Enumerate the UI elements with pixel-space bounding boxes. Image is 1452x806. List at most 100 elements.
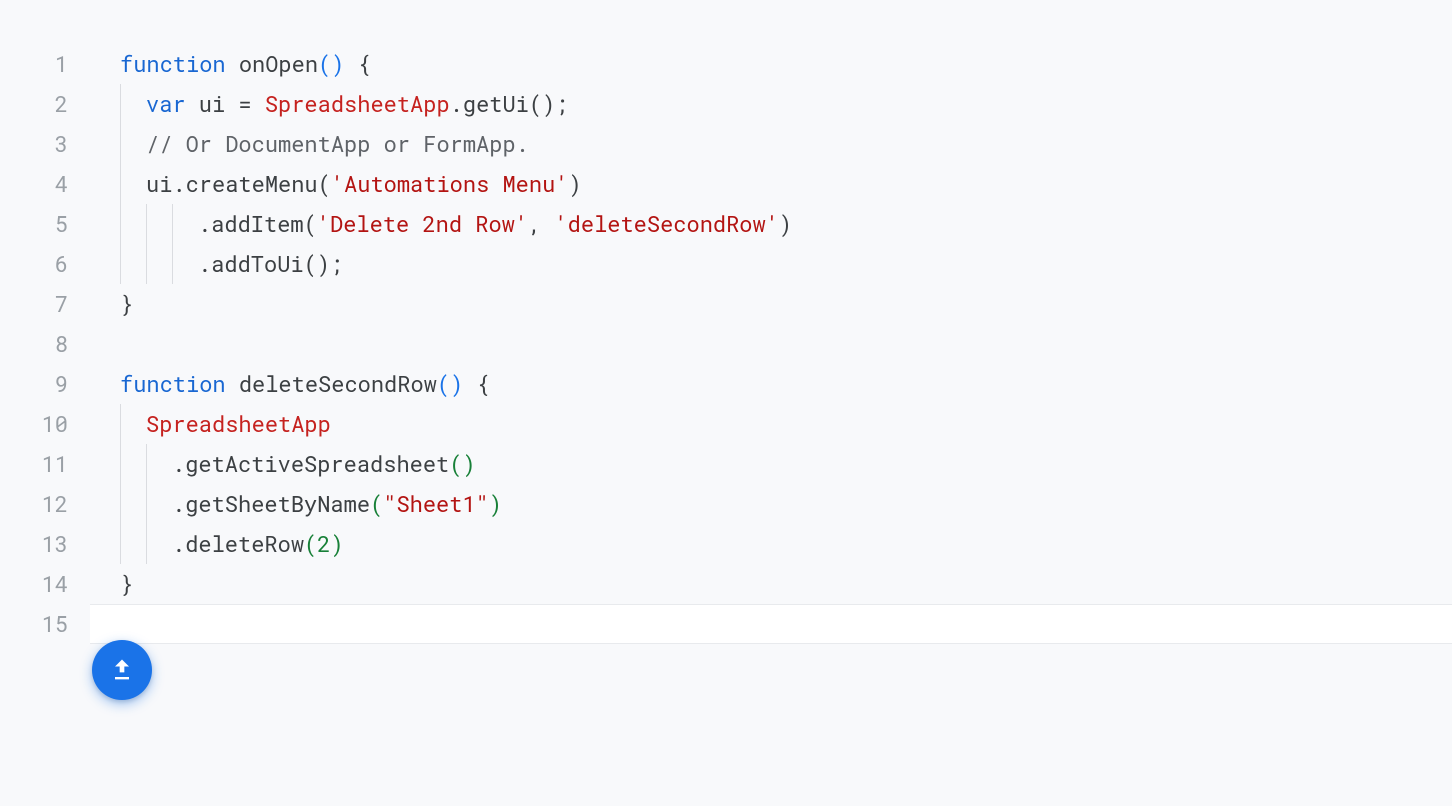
- code-token: =: [238, 89, 251, 118]
- code-token: ): [568, 169, 581, 198]
- line-number: 2: [0, 84, 68, 124]
- code-token: createMenu: [186, 169, 318, 198]
- code-line[interactable]: var ui = SpreadsheetApp.getUi();: [90, 84, 1452, 124]
- code-token: [541, 209, 554, 238]
- code-token: var: [146, 89, 186, 118]
- code-token: .: [198, 209, 211, 238]
- indent-guide: [172, 244, 198, 284]
- code-token: SpreadsheetApp: [265, 89, 450, 118]
- code-token: .: [172, 489, 185, 518]
- code-token: getActiveSpreadsheet: [185, 449, 449, 478]
- code-token: [252, 89, 265, 118]
- code-token: 'deleteSecondRow': [554, 209, 778, 238]
- line-number: 9: [0, 364, 68, 404]
- indent-guide: [120, 204, 146, 244]
- code-token: }: [120, 289, 133, 318]
- line-number: 8: [0, 324, 68, 364]
- indent-guide: [120, 244, 146, 284]
- line-number: 4: [0, 164, 68, 204]
- code-token: addItem: [211, 209, 303, 238]
- code-token: ui: [146, 169, 172, 198]
- code-token: .: [172, 529, 185, 558]
- code-line[interactable]: function onOpen() {: [90, 44, 1452, 84]
- code-token: (: [304, 529, 317, 558]
- code-token: SpreadsheetApp: [146, 409, 331, 438]
- code-area[interactable]: function onOpen() {var ui = SpreadsheetA…: [90, 44, 1452, 644]
- indent-guide: [120, 404, 146, 444]
- code-token: }: [120, 569, 133, 598]
- code-token: {: [358, 49, 371, 78]
- code-token: getSheetByName: [185, 489, 370, 518]
- code-token: [463, 369, 476, 398]
- code-line[interactable]: [90, 324, 1452, 364]
- code-line[interactable]: SpreadsheetApp: [90, 404, 1452, 444]
- code-editor[interactable]: 123456789101112131415 function onOpen() …: [0, 0, 1452, 644]
- code-line[interactable]: ui.createMenu('Automations Menu'): [90, 164, 1452, 204]
- line-number: 15: [0, 604, 68, 644]
- code-token: 2: [317, 529, 330, 558]
- code-token: 'Delete 2nd Row': [317, 209, 528, 238]
- indent-guide: [120, 444, 146, 484]
- line-number-gutter: 123456789101112131415: [0, 44, 90, 644]
- code-token: .: [198, 249, 211, 278]
- code-token: "Sheet1": [383, 489, 489, 518]
- indent-guide: [120, 484, 146, 524]
- code-line[interactable]: .getSheetByName("Sheet1"): [90, 484, 1452, 524]
- code-token: .: [172, 449, 185, 478]
- indent-guide: [146, 484, 172, 524]
- indent-guide: [120, 84, 146, 124]
- line-number: 12: [0, 484, 68, 524]
- code-token: .: [450, 89, 463, 118]
- code-token: ): [489, 489, 502, 518]
- code-line[interactable]: .addToUi();: [90, 244, 1452, 284]
- code-token: ): [330, 529, 343, 558]
- code-line[interactable]: .getActiveSpreadsheet(): [90, 444, 1452, 484]
- code-token: [344, 49, 357, 78]
- code-token: (): [318, 49, 344, 78]
- line-number: 10: [0, 404, 68, 444]
- code-line[interactable]: .addItem('Delete 2nd Row', 'deleteSecond…: [90, 204, 1452, 244]
- code-token: // Or DocumentApp or FormApp.: [146, 129, 529, 158]
- code-line[interactable]: // Or DocumentApp or FormApp.: [90, 124, 1452, 164]
- indent-guide: [120, 524, 146, 564]
- upload-icon: [108, 656, 136, 684]
- code-token: (): [437, 369, 463, 398]
- code-token: [226, 49, 239, 78]
- line-number: 7: [0, 284, 68, 324]
- code-token: .: [172, 169, 185, 198]
- line-number: 11: [0, 444, 68, 484]
- code-token: ,: [528, 209, 541, 238]
- code-token: (: [370, 489, 383, 518]
- line-number: 6: [0, 244, 68, 284]
- code-line[interactable]: function deleteSecondRow() {: [90, 364, 1452, 404]
- code-line[interactable]: .deleteRow(2): [90, 524, 1452, 564]
- indent-guide: [172, 204, 198, 244]
- code-token: deleteSecondRow: [239, 369, 437, 398]
- code-token: (): [449, 449, 475, 478]
- upload-fab-button[interactable]: [92, 640, 152, 700]
- code-token: getUi: [463, 89, 529, 118]
- line-number: 14: [0, 564, 68, 604]
- code-token: 'Automations Menu': [331, 169, 569, 198]
- code-token: deleteRow: [185, 529, 304, 558]
- code-token: function: [120, 369, 226, 398]
- code-token: (: [318, 169, 331, 198]
- code-token: {: [476, 369, 489, 398]
- indent-guide: [146, 524, 172, 564]
- indent-guide: [120, 124, 146, 164]
- line-number: 1: [0, 44, 68, 84]
- current-line-highlight: [90, 604, 1452, 644]
- code-token: (: [304, 209, 317, 238]
- indent-guide: [146, 204, 172, 244]
- code-line[interactable]: }: [90, 564, 1452, 604]
- line-number: 3: [0, 124, 68, 164]
- code-line[interactable]: }: [90, 284, 1452, 324]
- indent-guide: [146, 444, 172, 484]
- indent-guide: [120, 164, 146, 204]
- code-token: addToUi: [211, 249, 303, 278]
- code-token: ): [779, 209, 792, 238]
- code-token: ();: [304, 249, 344, 278]
- code-token: ui: [186, 89, 239, 118]
- code-line[interactable]: [90, 604, 1452, 644]
- code-token: onOpen: [239, 49, 318, 78]
